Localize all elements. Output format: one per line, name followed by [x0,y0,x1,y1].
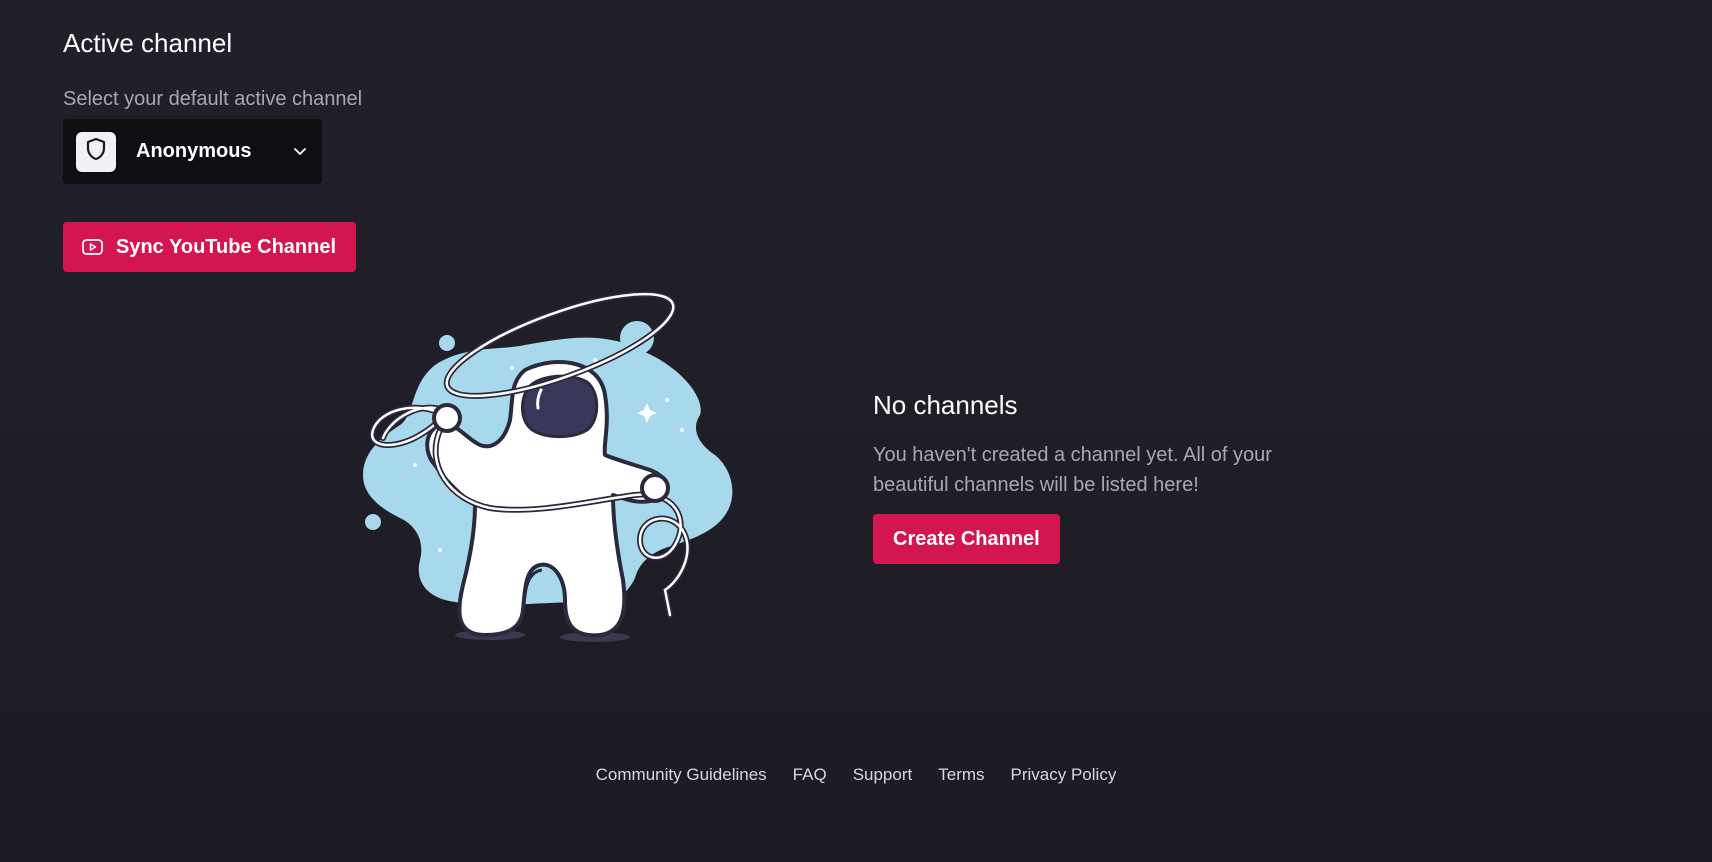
page: Active channel Select your default activ… [0,0,1712,862]
footer-link-faq[interactable]: FAQ [793,765,827,785]
empty-state-message: You haven't created a channel yet. All o… [873,444,1272,496]
footer-link-terms[interactable]: Terms [938,765,984,785]
channel-select-dropdown[interactable]: Anonymous [63,119,322,184]
shield-icon [85,137,107,166]
selected-channel-name: Anonymous [136,140,252,162]
empty-state-title: No channels [873,390,1018,420]
footer-links: Community Guidelines FAQ Support Terms P… [0,765,1712,785]
footer-link-community-guidelines[interactable]: Community Guidelines [596,765,767,785]
chevron-down-icon [292,144,308,160]
create-channel-button[interactable]: Create Channel [873,514,1060,564]
footer-link-support[interactable]: Support [853,765,913,785]
planet-right [704,456,716,468]
planet-bottom-left [365,514,381,530]
section-title: Active channel [63,28,233,58]
sync-button-label: Sync YouTube Channel [116,235,337,258]
planet-small-left [439,335,455,351]
footer-link-privacy-policy[interactable]: Privacy Policy [1011,765,1117,785]
youtube-icon [82,239,103,255]
select-label: Select your default active channel [63,88,363,110]
channel-avatar [76,131,116,172]
sync-youtube-channel-button[interactable]: Sync YouTube Channel [63,222,357,272]
astronaut-illustration [355,290,750,645]
